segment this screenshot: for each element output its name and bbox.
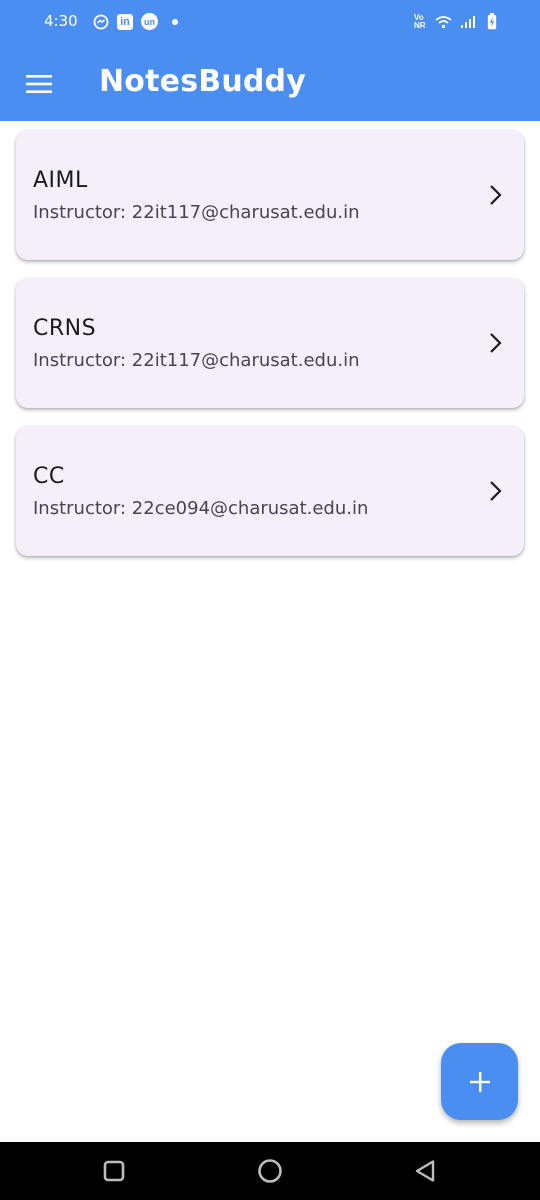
notification-icons: in un	[92, 13, 183, 30]
dot-icon	[166, 13, 183, 30]
plus-icon	[469, 1071, 490, 1092]
subject-card-cc[interactable]: CC Instructor: 22ce094@charusat.edu.in	[16, 426, 524, 556]
subject-instructor: Instructor: 22it117@charusat.edu.in	[33, 350, 360, 371]
messenger-icon	[92, 13, 109, 30]
chevron-right-icon	[490, 481, 502, 501]
subject-card-aiml[interactable]: AIML Instructor: 22it117@charusat.edu.in	[16, 130, 524, 260]
subject-name: AIML	[33, 168, 88, 193]
subject-list: AIML Instructor: 22it117@charusat.edu.in…	[16, 130, 524, 574]
chevron-right-icon	[490, 185, 502, 205]
system-navigation-bar	[0, 1142, 540, 1200]
app-header: 4:30 in un Vo NR NotesBuddy	[0, 0, 540, 121]
recents-button[interactable]	[99, 1157, 129, 1185]
home-button[interactable]	[255, 1157, 285, 1185]
add-subject-button[interactable]	[441, 1043, 518, 1120]
home-circle-icon	[258, 1159, 282, 1183]
chevron-right-icon	[490, 333, 502, 353]
recents-square-icon	[103, 1160, 125, 1182]
subject-instructor: Instructor: 22it117@charusat.edu.in	[33, 202, 360, 223]
menu-button[interactable]	[24, 70, 54, 98]
linkedin-icon-text: in	[120, 15, 130, 28]
volte-icon: Vo NR	[414, 12, 426, 30]
app-title: NotesBuddy	[99, 64, 306, 99]
unstop-icon-text: un	[144, 16, 155, 27]
status-bar: 4:30 in un Vo NR	[0, 0, 540, 46]
menu-icon	[26, 75, 52, 93]
battery-charging-icon	[483, 13, 500, 30]
back-button[interactable]	[410, 1157, 440, 1185]
subject-name: CRNS	[33, 316, 97, 341]
subject-name: CC	[33, 464, 65, 489]
back-triangle-icon	[415, 1160, 435, 1182]
linkedin-icon: in	[117, 13, 133, 30]
signal-icon	[459, 13, 476, 30]
system-icons: Vo NR	[414, 13, 500, 30]
subject-instructor: Instructor: 22ce094@charusat.edu.in	[33, 498, 369, 519]
status-time: 4:30	[44, 12, 78, 30]
wifi-icon	[435, 13, 452, 30]
unstop-icon: un	[141, 13, 158, 30]
subject-card-crns[interactable]: CRNS Instructor: 22it117@charusat.edu.in	[16, 278, 524, 408]
